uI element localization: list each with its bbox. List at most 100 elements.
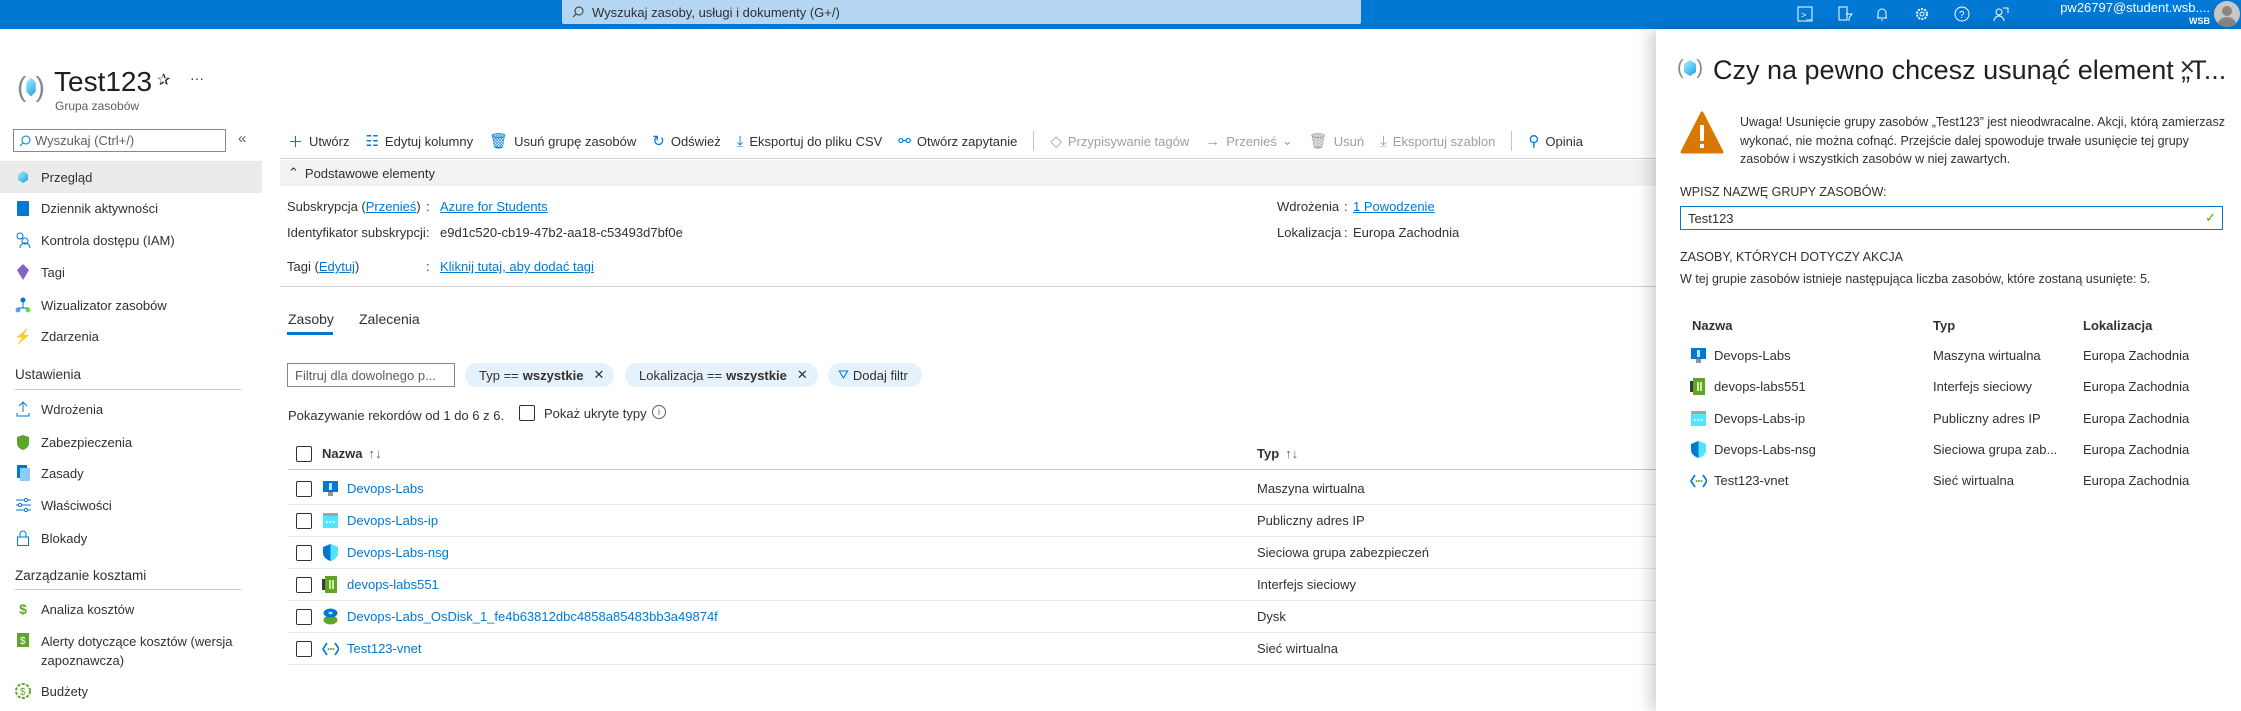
table-row[interactable]: Devops-Labs-ip Publiczny adres IP xyxy=(288,505,1660,537)
sidebar-item-visualizer[interactable]: Wizualizator zasobów xyxy=(0,289,262,321)
delete-button[interactable]: 🗑 Usuń xyxy=(1309,132,1364,150)
sidebar-item-cost-alerts[interactable]: $ Alerty dotyczące kosztów (wersja zapozn… xyxy=(0,628,262,674)
row-checkbox[interactable] xyxy=(296,512,312,529)
sidebar-item-overview[interactable]: Przegląd xyxy=(0,161,262,193)
upload-icon xyxy=(15,401,31,417)
table-row[interactable]: Test123-vnet Sieć wirtualna xyxy=(288,633,1660,665)
move-subscription-link[interactable]: Przenieś xyxy=(366,199,417,214)
delete-resource-group-button[interactable]: 🗑 Usuń grupę zasobów xyxy=(489,132,636,150)
nic-icon xyxy=(1690,378,1707,396)
deployments-link[interactable]: 1 Powodzenie xyxy=(1353,199,1435,214)
svg-text:?: ? xyxy=(1959,10,1965,21)
create-label: Utwórz xyxy=(309,133,350,149)
row-checkbox[interactable] xyxy=(296,480,312,497)
sidebar-item-security[interactable]: Zabezpieczenia xyxy=(0,426,262,458)
tab-recommendations[interactable]: Zalecenia xyxy=(359,311,420,327)
more-button[interactable]: ··· xyxy=(190,70,204,86)
gear-icon[interactable] xyxy=(1912,4,1932,24)
disk-icon xyxy=(322,608,339,625)
resource-name-link[interactable]: devops-labs551 xyxy=(347,577,439,592)
table-row[interactable]: Devops-Labs Maszyna wirtualna xyxy=(288,473,1660,505)
panel-table-row: Test123-vnet Sieć wirtualna Europa Zachodn… xyxy=(1680,465,2220,496)
add-tags-link[interactable]: Kliknij tutaj, aby dodać tagi xyxy=(440,259,594,274)
sort-icon[interactable]: ↑↓ xyxy=(368,446,381,461)
records-count: Pokazywanie rekordów od 1 do 6 z 6. xyxy=(288,408,505,423)
row-checkbox[interactable] xyxy=(296,608,312,625)
table-row[interactable]: devops-labs551 Interfejs sieciowy xyxy=(288,569,1660,601)
directory-filter-icon[interactable] xyxy=(1835,4,1855,24)
create-button[interactable]: ＋ Utwórz xyxy=(288,131,349,152)
label: Tagi xyxy=(287,259,311,274)
essentials-toggle[interactable]: ⌃ Podstawowe elementy xyxy=(280,160,1660,186)
row-checkbox[interactable] xyxy=(296,544,312,561)
sidebar-item-policies[interactable]: Zasady xyxy=(0,457,262,489)
tab-resources[interactable]: Zasoby xyxy=(288,311,334,327)
resource-name-link[interactable]: Devops-Labs-ip xyxy=(347,513,438,528)
delete-group-label: Usuń grupę zasobów xyxy=(514,133,637,149)
assign-tags-button[interactable]: ◇ Przypisywanie tagów xyxy=(1050,132,1189,150)
column-header-type[interactable]: Typ ↑↓ xyxy=(1257,446,1298,461)
sidebar-item-tags[interactable]: Tagi xyxy=(0,256,262,288)
close-icon[interactable]: ✕ xyxy=(797,367,808,383)
table-row[interactable]: Devops-Labs-nsg Sieciowa grupa zabezpiecz… xyxy=(288,537,1660,569)
pin-icon[interactable]: ✰ xyxy=(157,70,170,90)
vm-icon xyxy=(322,480,339,497)
sidebar-search-input[interactable]: Wyszukaj (Ctrl+/) xyxy=(13,129,226,152)
feedback-button[interactable]: ⚲ Opinia xyxy=(1528,132,1583,150)
sidebar-item-label: Tagi xyxy=(41,264,65,280)
help-icon[interactable]: ? xyxy=(1952,4,1972,24)
open-query-button[interactable]: ⚯ Otwórz zapytanie xyxy=(898,132,1017,150)
subscription-link[interactable]: Azure for Students xyxy=(440,199,548,214)
row-checkbox[interactable] xyxy=(296,576,312,593)
export-template-label: Eksportuj szablon xyxy=(1392,133,1496,149)
command-bar: ＋ Utwórz ☷ Edytuj kolumny 🗑 Usuń grupę zaso… xyxy=(288,128,1599,154)
resource-name-link[interactable]: Devops-Labs-nsg xyxy=(347,545,449,560)
row-checkbox[interactable] xyxy=(296,640,312,657)
sidebar-item-properties[interactable]: Właściwości xyxy=(0,489,262,521)
resource-location: Europa Zachodnia xyxy=(2083,410,2190,426)
export-csv-button[interactable]: ⤓ Eksportuj do pliku CSV xyxy=(737,133,883,150)
type-filter-pill[interactable]: Typ == wszystkie ✕ xyxy=(465,363,615,387)
query-icon: ⚯ xyxy=(898,133,911,150)
resource-type: Maszyna wirtualna xyxy=(1933,348,2041,363)
sidebar-item-iam[interactable]: Kontrola dostępu (IAM) xyxy=(0,224,262,256)
move-button[interactable]: → Przenieś ⌄ xyxy=(1205,133,1292,150)
collapse-sidebar-button[interactable]: « xyxy=(238,130,246,147)
info-icon[interactable]: i xyxy=(652,405,666,419)
sidebar-item-cost-analysis[interactable]: $ Analiza kosztów xyxy=(0,593,262,625)
resource-name-link[interactable]: Test123-vnet xyxy=(347,641,421,656)
sidebar-item-locks[interactable]: Blokady xyxy=(0,522,262,554)
show-hidden-types-checkbox[interactable] xyxy=(519,405,535,421)
feedback-icon[interactable] xyxy=(1991,4,2011,24)
column-header-name[interactable]: Nazwa xyxy=(322,446,362,461)
close-icon[interactable]: ✕ xyxy=(593,367,604,383)
close-panel-button[interactable]: ✕ xyxy=(2179,55,2196,80)
resource-type: Sieciowa grupa zab... xyxy=(1933,441,2058,457)
cloud-shell-icon[interactable]: >_ xyxy=(1795,4,1815,24)
delete-confirmation-panel: () Czy na pewno chcesz usunąć element „T… xyxy=(1656,29,2241,711)
user-account[interactable]: pw26797@student.wsb.... WSB xyxy=(2060,0,2210,26)
delete-label: Usuń xyxy=(1333,133,1365,149)
add-filter-button[interactable]: ⛛ Dodaj filtr xyxy=(828,363,922,387)
edit-columns-button[interactable]: ☷ Edytuj kolumny xyxy=(365,132,473,150)
select-all-checkbox[interactable] xyxy=(296,445,312,462)
sidebar-item-activity-log[interactable]: Dziennik aktywności xyxy=(0,192,262,224)
trash-icon: 🗑 xyxy=(1308,133,1328,150)
avatar[interactable] xyxy=(2214,1,2240,27)
sidebar-item-deployments[interactable]: Wdrożenia xyxy=(0,393,262,425)
filter-input[interactable]: Filtruj dla dowolnego p... xyxy=(287,363,455,387)
refresh-button[interactable]: ↻ Odśwież xyxy=(652,132,720,150)
sidebar-item-budgets[interactable]: $ Budżety xyxy=(0,675,262,707)
table-row[interactable]: Devops-Labs_OsDisk_1_fe4b63812dbc4858a85… xyxy=(288,601,1660,633)
global-search-input[interactable]: Wyszukaj zasoby, usługi i dokumenty (G+/… xyxy=(562,0,1361,24)
confirm-name-input[interactable]: Test123 ✓ xyxy=(1680,206,2223,230)
export-template-button[interactable]: ⤓ Eksportuj szablon xyxy=(1380,133,1495,150)
nsg-icon xyxy=(1690,440,1707,458)
resource-name-link[interactable]: Devops-Labs xyxy=(347,481,424,496)
bell-icon[interactable] xyxy=(1872,4,1892,24)
location-filter-pill[interactable]: Lokalizacja == wszystkie ✕ xyxy=(625,363,818,387)
sidebar-item-events[interactable]: ⚡ Zdarzenia xyxy=(0,320,262,352)
edit-tags-link[interactable]: Edytuj xyxy=(319,259,355,274)
resource-name-link[interactable]: Devops-Labs_OsDisk_1_fe4b63812dbc4858a85… xyxy=(347,609,718,624)
refresh-icon: ↻ xyxy=(652,133,665,150)
